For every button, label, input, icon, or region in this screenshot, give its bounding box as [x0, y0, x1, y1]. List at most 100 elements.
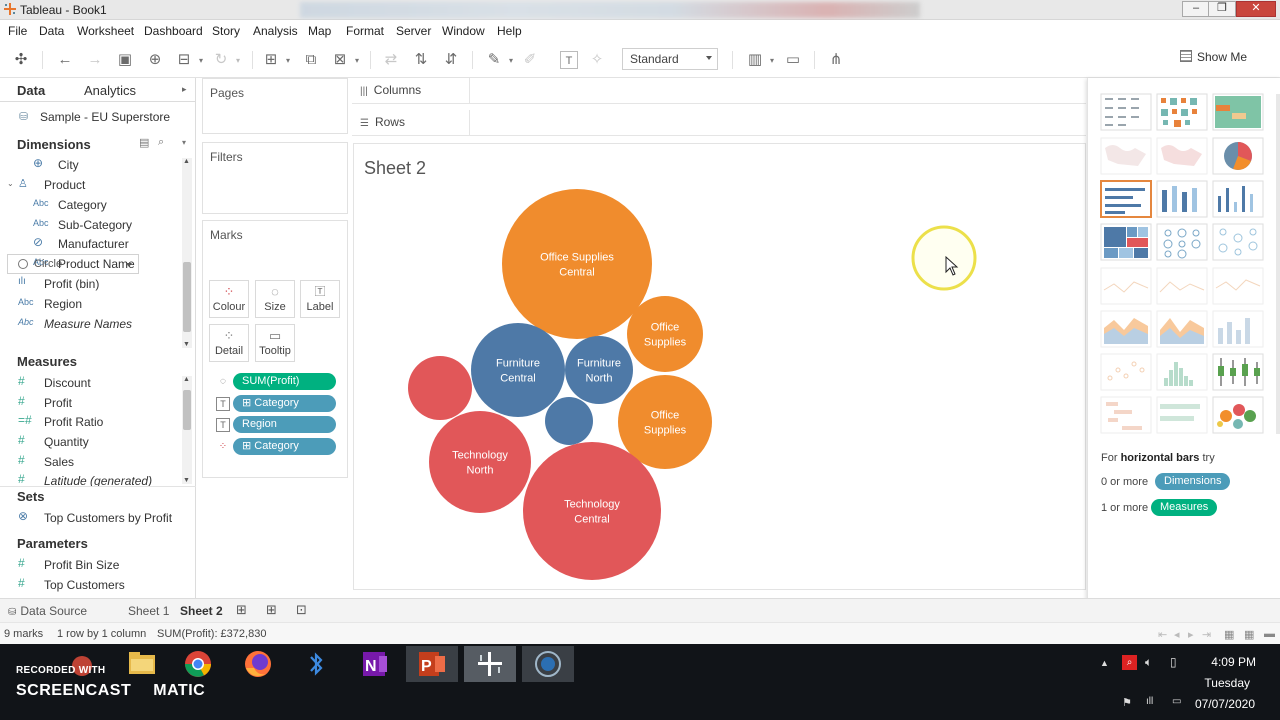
new-worksheet-icon[interactable]: ⊞ [236, 602, 247, 618]
menu-file[interactable]: File [8, 24, 27, 38]
highlight-icon[interactable]: ✎ [485, 51, 503, 69]
pane-menu-icon[interactable]: ▸ [182, 84, 187, 95]
datasource-item[interactable]: ⛁ Sample - EU Superstore [0, 106, 196, 126]
show-cards-icon[interactable]: ▥ [746, 51, 764, 69]
bubble-office-supplies-central[interactable] [502, 189, 652, 339]
pages-shelf[interactable]: Pages [202, 78, 348, 134]
tray-chevron-icon[interactable]: ▲ [1100, 658, 1109, 668]
redo-icon[interactable]: → [86, 51, 104, 69]
undo-icon[interactable]: ← [56, 51, 74, 69]
taskbar-screencast[interactable] [522, 646, 574, 682]
field-measure-names[interactable]: Abc Measure Names [0, 315, 180, 334]
taskbar-onenote[interactable]: N [348, 646, 400, 682]
rows-shelf[interactable]: ☰ Rows [352, 110, 1086, 136]
packed-bubble-chart[interactable]: Office Supplies Central Office Supplies Offi… [354, 144, 1087, 591]
pill-row-size[interactable]: ◌ SUM(Profit) [213, 373, 337, 391]
refresh-icon[interactable]: ↻ [212, 51, 230, 69]
filters-shelf[interactable]: Filters [202, 142, 348, 214]
bubble-technology-central[interactable] [523, 442, 661, 580]
circle-views-thumb[interactable] [1156, 223, 1208, 261]
field-sub-category[interactable]: Abc Sub-Category [0, 216, 180, 235]
menu-format[interactable]: Format [346, 24, 384, 38]
lines-discrete-thumb[interactable] [1156, 267, 1208, 305]
pill-row-colour-category[interactable]: ⁘ ⊞ Category [213, 438, 337, 456]
new-dashboard-icon[interactable]: ⊞ [266, 602, 277, 618]
action-center-icon[interactable]: ⚑ [1122, 696, 1132, 709]
heat-map-thumb[interactable] [1156, 93, 1208, 131]
taskbar-file-explorer[interactable] [116, 646, 168, 682]
menu-help[interactable]: Help [497, 24, 522, 38]
tableau-home-icon[interactable]: ✣ [12, 51, 30, 69]
filled-map-thumb[interactable] [1156, 137, 1208, 175]
taskbar-tableau[interactable] [464, 646, 516, 682]
bubble-technology-north[interactable] [429, 411, 531, 513]
columns-shelf[interactable]: ||| Columns [352, 78, 1086, 104]
symbol-map-thumb[interactable] [1100, 137, 1152, 175]
tab-sheet-1[interactable]: Sheet 1 [128, 604, 169, 618]
battery-icon[interactable]: ▯ [1170, 655, 1177, 669]
field-profit-ratio[interactable]: =# Profit Ratio [0, 413, 180, 432]
show-me-button[interactable]: Show Me [1180, 50, 1247, 64]
label-button[interactable]: 🅃 Label [300, 280, 340, 318]
tab-nav-next-icon[interactable]: ▸ [1188, 628, 1194, 641]
close-button[interactable]: ✕ [1236, 1, 1276, 17]
field-profit[interactable]: # Profit [0, 394, 180, 413]
new-datasource-icon[interactable]: ⊕ [146, 51, 164, 69]
tab-sheet-2[interactable]: Sheet 2 [180, 604, 223, 618]
minimize-button[interactable]: – [1182, 1, 1210, 17]
bubble-furniture-north[interactable] [565, 336, 633, 404]
tooltip-button[interactable]: ▭ Tooltip [255, 324, 295, 362]
box-whisker-thumb[interactable] [1212, 353, 1264, 391]
share-icon[interactable]: ⋔ [827, 51, 845, 69]
field-quantity[interactable]: # Quantity [0, 433, 180, 452]
field-profit-bin[interactable]: ılı Profit (bin) [0, 275, 180, 294]
histogram-thumb[interactable] [1156, 353, 1208, 391]
sort-descending-icon[interactable]: ⇵ [442, 51, 460, 69]
field-city[interactable]: ⊕ City [0, 156, 180, 175]
menu-analysis[interactable]: Analysis [253, 24, 298, 38]
security-tray-icon[interactable]: ⌕ [1122, 655, 1137, 670]
field-manufacturer[interactable]: ⊘ Manufacturer [0, 235, 180, 254]
tab-nav-first-icon[interactable]: ⇤ [1158, 628, 1167, 641]
bubble-technology-south[interactable] [408, 356, 472, 420]
menu-map[interactable]: Map [308, 24, 331, 38]
pill-sum-profit[interactable]: SUM(Profit) [233, 373, 336, 390]
new-story-icon[interactable]: ⊡ [296, 602, 307, 618]
worksheet-view[interactable]: Sheet 2 Office Supplies Central Office Supp… [353, 143, 1086, 590]
group-members-icon[interactable]: ✐ [521, 51, 539, 69]
presentation-mode-icon[interactable]: ▭ [784, 51, 802, 69]
dimensions-scrollbar[interactable]: ▲ ▼ [182, 158, 192, 348]
chevron-down-icon[interactable]: ⌄ [7, 179, 14, 188]
pill-category-colour[interactable]: ⊞ Category [233, 438, 336, 455]
bubble-office-supplies-north[interactable] [627, 296, 703, 372]
highlight-table-thumb[interactable] [1212, 93, 1264, 131]
save-icon[interactable]: ▣ [116, 51, 134, 69]
horizontal-bars-thumb[interactable] [1100, 180, 1152, 218]
tab-nav-prev-icon[interactable]: ◂ [1174, 628, 1180, 641]
clock-time[interactable]: 4:09 PM [1211, 655, 1256, 669]
tab-nav-last-icon[interactable]: ⇥ [1202, 628, 1211, 641]
field-top-customers[interactable]: # Top Customers [0, 576, 180, 595]
menu-data[interactable]: Data [39, 24, 64, 38]
show-tabs-icon[interactable]: ▬ [1264, 628, 1275, 640]
field-top-customers-by-profit[interactable]: ⊗ Top Customers by Profit [0, 509, 180, 528]
field-category[interactable]: Abc Category [0, 196, 180, 215]
bullet-graph-thumb[interactable] [1156, 396, 1208, 434]
swap-rows-columns-icon[interactable]: ⇄ [382, 51, 400, 69]
treemap-thumb[interactable] [1100, 223, 1152, 261]
pie-chart-thumb[interactable] [1212, 137, 1264, 175]
show-sheet-sorter-icon[interactable]: ▦ [1244, 628, 1254, 641]
sort-ascending-icon[interactable]: ⇅ [412, 51, 430, 69]
area-discrete-thumb[interactable] [1156, 310, 1208, 348]
size-button[interactable]: ◌ Size [255, 280, 295, 318]
new-worksheet-icon[interactable]: ⊞ [262, 51, 280, 69]
field-discount[interactable]: # Discount [0, 374, 180, 393]
mark-type-select[interactable]: Circle [7, 254, 139, 274]
menu-worksheet[interactable]: Worksheet [77, 24, 134, 38]
colour-button[interactable]: ⁘ Colour [209, 280, 249, 318]
fix-axes-icon[interactable]: ✧ [588, 51, 606, 69]
maximize-button[interactable]: ❐ [1208, 1, 1236, 17]
menu-server[interactable]: Server [396, 24, 431, 38]
view-toggle-icon[interactable]: ▤ [139, 136, 149, 149]
volume-icon[interactable]: 🔈︎ [1145, 655, 1152, 670]
